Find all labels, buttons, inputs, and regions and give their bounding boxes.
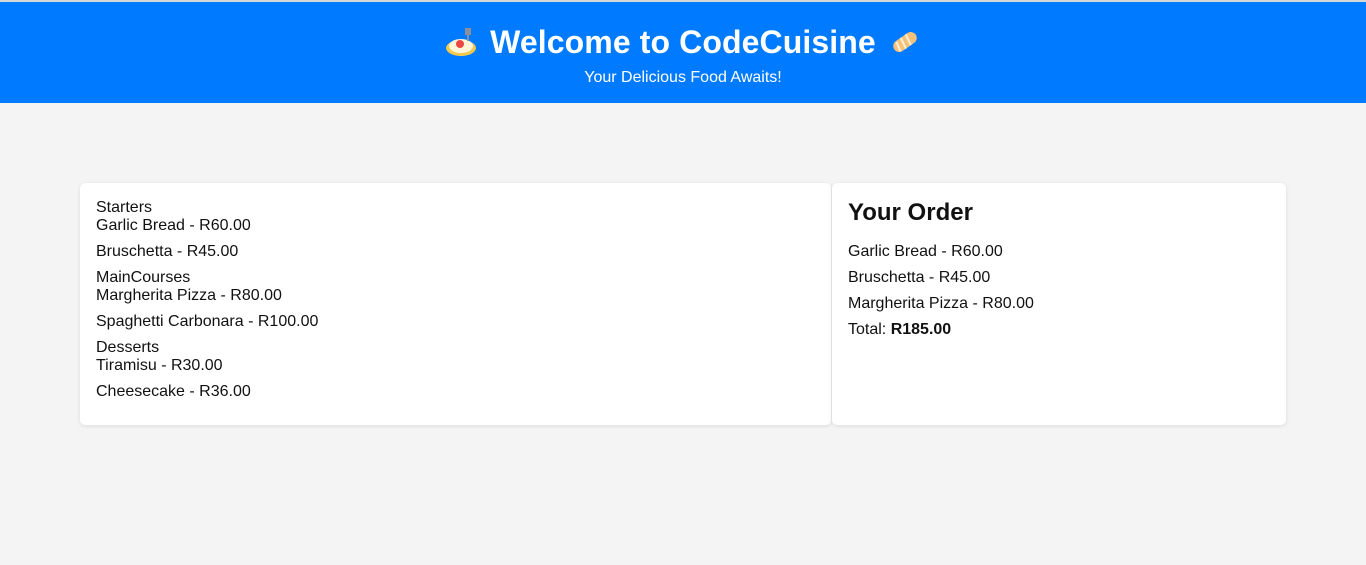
menu-item-bruschetta[interactable]: Bruschetta - R45.00 bbox=[96, 243, 815, 261]
menu-item-margherita-pizza-label: Margherita Pizza - R80.00 bbox=[96, 287, 282, 304]
order-item-margherita-pizza: Margherita Pizza - R80.00 bbox=[848, 295, 1034, 312]
bread-icon bbox=[893, 31, 917, 53]
site-subtitle: Your Delicious Food Awaits! bbox=[584, 69, 782, 86]
menu-item-margherita-pizza[interactable]: Margherita Pizza - R80.00 bbox=[96, 287, 815, 305]
order-total-value: R185.00 bbox=[890, 321, 952, 338]
order-panel: Your Order Garlic Bread - R60.00 Brusche… bbox=[832, 183, 1286, 425]
menu-panel: Starters Garlic Bread - R60.00 Bruschett… bbox=[80, 183, 831, 425]
order-item-garlic-bread: Garlic Bread - R60.00 bbox=[848, 243, 1003, 260]
menu-section-main-courses: MainCourses Margherita Pizza - R80.00 Sp… bbox=[96, 269, 815, 331]
site-title: Welcome to CodeCuisine bbox=[490, 24, 876, 60]
title-row: Welcome to CodeCuisine bbox=[0, 24, 1366, 60]
section-heading-main-courses: MainCourses bbox=[96, 269, 191, 286]
menu-item-cheesecake[interactable]: Cheesecake - R36.00 bbox=[96, 383, 815, 401]
order-total-label: Total: bbox=[848, 321, 887, 338]
order-item-bruschetta: Bruschetta - R45.00 bbox=[848, 269, 991, 286]
menu-section-desserts: Desserts Tiramisu - R30.00 Cheesecake - … bbox=[96, 339, 815, 401]
section-heading-starters: Starters bbox=[96, 199, 153, 216]
menu-section-starters: Starters Garlic Bread - R60.00 Bruschett… bbox=[96, 199, 815, 261]
order-total: Total: R185.00 bbox=[848, 321, 1270, 339]
section-heading-desserts: Desserts bbox=[96, 339, 160, 356]
order-title: Your Order bbox=[848, 199, 973, 226]
menu-item-garlic-bread[interactable]: Garlic Bread - R60.00 bbox=[96, 217, 815, 235]
menu-item-spaghetti-carbonara[interactable]: Spaghetti Carbonara - R100.00 bbox=[96, 313, 815, 331]
menu-item-tiramisu[interactable]: Tiramisu - R30.00 bbox=[96, 357, 815, 375]
spaghetti-icon bbox=[446, 28, 477, 56]
site-header: Welcome to CodeCuisine Your Delicious Fo… bbox=[0, 0, 1366, 103]
